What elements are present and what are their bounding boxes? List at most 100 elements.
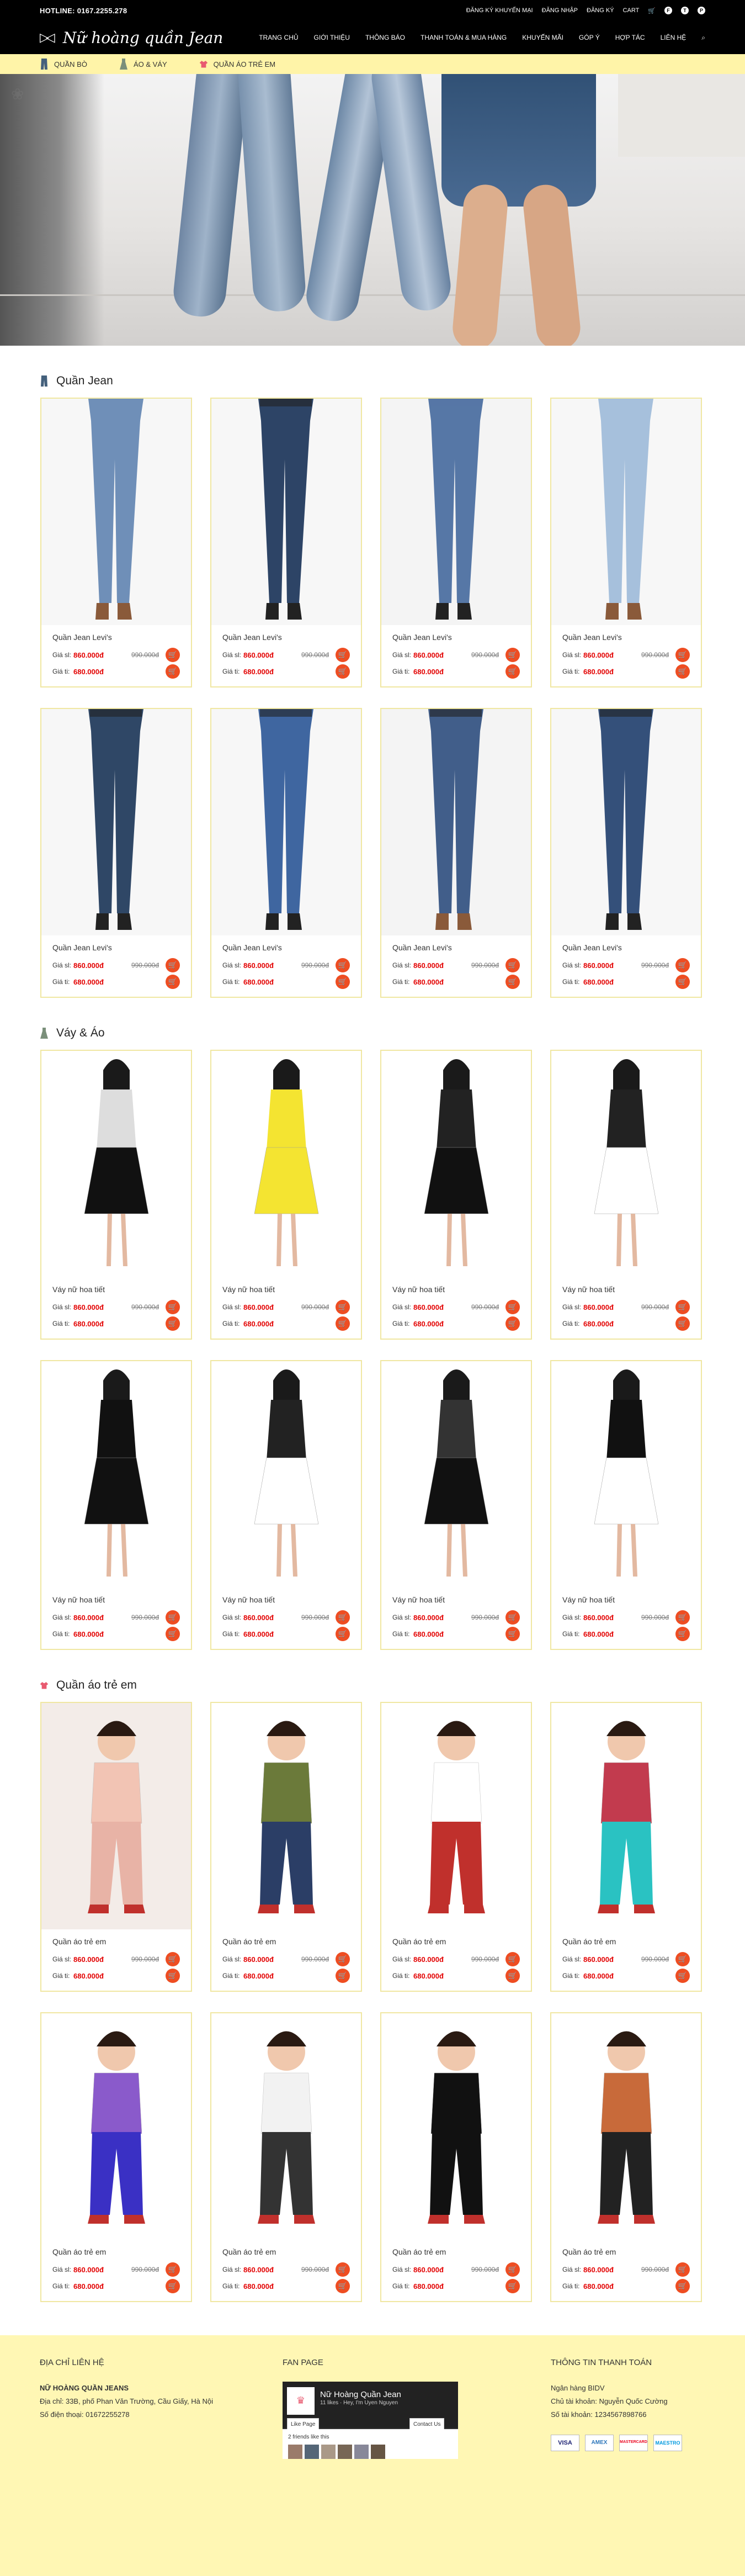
product-image[interactable] bbox=[211, 709, 361, 935]
add-to-cart-icon[interactable]: 🛒 bbox=[675, 1627, 690, 1641]
add-to-cart-icon[interactable]: 🛒 bbox=[336, 1300, 350, 1314]
product-image[interactable] bbox=[41, 1361, 191, 1588]
product-card[interactable]: Váy nữ hoa tiết Giá sl: 860.000đ 990.000đ 🛒 G… bbox=[550, 1050, 702, 1340]
promo-register-link[interactable]: ĐĂNG KÝ KHUYẾN MẠI bbox=[466, 7, 533, 14]
product-image[interactable] bbox=[41, 1703, 191, 1929]
add-to-cart-icon[interactable]: 🛒 bbox=[166, 1300, 180, 1314]
category-kids[interactable]: QUẦN ÁO TRẺ EM bbox=[199, 58, 275, 70]
product-card[interactable]: Quần áo trẻ em Giá sl: 860.000đ 990.000đ 🛒 Gi… bbox=[40, 1702, 192, 1992]
add-to-cart-icon[interactable]: 🛒 bbox=[505, 648, 520, 662]
product-image[interactable] bbox=[381, 1703, 531, 1929]
add-to-cart-icon[interactable]: 🛒 bbox=[505, 1316, 520, 1331]
product-card[interactable]: Quần áo trẻ em Giá sl: 860.000đ 990.000đ 🛒 Gi… bbox=[40, 2012, 192, 2302]
add-to-cart-icon[interactable]: 🛒 bbox=[505, 2279, 520, 2293]
menu-feedback[interactable]: GÓP Ý bbox=[579, 34, 600, 42]
add-to-cart-icon[interactable]: 🛒 bbox=[336, 1627, 350, 1641]
add-to-cart-icon[interactable]: 🛒 bbox=[505, 1610, 520, 1625]
add-to-cart-icon[interactable]: 🛒 bbox=[675, 958, 690, 972]
product-name[interactable]: Quần áo trẻ em bbox=[562, 1937, 690, 1946]
product-card[interactable]: Váy nữ hoa tiết Giá sl: 860.000đ 990.000đ 🛒 G… bbox=[210, 1360, 362, 1650]
add-to-cart-icon[interactable]: 🛒 bbox=[166, 648, 180, 662]
product-card[interactable]: Quần Jean Levi's Giá sl: 860.000đ 990.000đ 🛒… bbox=[550, 708, 702, 998]
register-link[interactable]: ĐĂNG KÝ bbox=[587, 7, 614, 14]
add-to-cart-icon[interactable]: 🛒 bbox=[505, 1952, 520, 1966]
product-name[interactable]: Quần áo trẻ em bbox=[562, 2247, 690, 2256]
product-image[interactable] bbox=[381, 1051, 531, 1277]
product-card[interactable]: Váy nữ hoa tiết Giá sl: 860.000đ 990.000đ 🛒 G… bbox=[210, 1050, 362, 1340]
menu-partner[interactable]: HỢP TÁC bbox=[615, 34, 645, 42]
product-image[interactable] bbox=[41, 2013, 191, 2240]
product-card[interactable]: Váy nữ hoa tiết Giá sl: 860.000đ 990.000đ 🛒 G… bbox=[380, 1050, 532, 1340]
product-name[interactable]: Váy nữ hoa tiết bbox=[222, 1595, 350, 1604]
menu-about[interactable]: GIỚI THIỆU bbox=[314, 34, 350, 42]
add-to-cart-icon[interactable]: 🛒 bbox=[675, 1952, 690, 1966]
menu-payment[interactable]: THANH TOÁN & MUA HÀNG bbox=[421, 34, 507, 42]
add-to-cart-icon[interactable]: 🛒 bbox=[675, 2279, 690, 2293]
product-image[interactable] bbox=[381, 709, 531, 935]
product-card[interactable]: Váy nữ hoa tiết Giá sl: 860.000đ 990.000đ 🛒 G… bbox=[40, 1050, 192, 1340]
product-name[interactable]: Quần Jean Levi's bbox=[222, 943, 350, 952]
product-image[interactable] bbox=[381, 2013, 531, 2240]
product-card[interactable]: Quần Jean Levi's Giá sl: 860.000đ 990.000đ 🛒… bbox=[40, 398, 192, 687]
product-name[interactable]: Quần Jean Levi's bbox=[392, 633, 520, 642]
product-card[interactable]: Quần Jean Levi's Giá sl: 860.000đ 990.000đ 🛒… bbox=[210, 398, 362, 687]
add-to-cart-icon[interactable]: 🛒 bbox=[505, 1969, 520, 1983]
search-icon[interactable]: ⌕ bbox=[701, 34, 705, 42]
add-to-cart-icon[interactable]: 🛒 bbox=[505, 2262, 520, 2277]
add-to-cart-icon[interactable]: 🛒 bbox=[166, 975, 180, 989]
product-image[interactable] bbox=[551, 1361, 701, 1588]
pinterest-icon[interactable]: p bbox=[698, 7, 705, 14]
product-image[interactable] bbox=[551, 2013, 701, 2240]
product-card[interactable]: Quần Jean Levi's Giá sl: 860.000đ 990.000đ 🛒… bbox=[210, 708, 362, 998]
product-card[interactable]: Quần áo trẻ em Giá sl: 860.000đ 990.000đ 🛒 Gi… bbox=[380, 1702, 532, 1992]
product-name[interactable]: Quần Jean Levi's bbox=[392, 943, 520, 952]
product-image[interactable] bbox=[381, 399, 531, 625]
product-card[interactable]: Quần áo trẻ em Giá sl: 860.000đ 990.000đ 🛒 Gi… bbox=[550, 2012, 702, 2302]
product-name[interactable]: Quần Jean Levi's bbox=[52, 633, 180, 642]
product-card[interactable]: Quần áo trẻ em Giá sl: 860.000đ 990.000đ 🛒 Gi… bbox=[380, 2012, 532, 2302]
product-card[interactable]: Váy nữ hoa tiết Giá sl: 860.000đ 990.000đ 🛒 G… bbox=[380, 1360, 532, 1650]
add-to-cart-icon[interactable]: 🛒 bbox=[166, 1610, 180, 1625]
product-name[interactable]: Quần áo trẻ em bbox=[222, 2247, 350, 2256]
add-to-cart-icon[interactable]: 🛒 bbox=[166, 1316, 180, 1331]
product-image[interactable] bbox=[551, 709, 701, 935]
add-to-cart-icon[interactable]: 🛒 bbox=[505, 975, 520, 989]
product-image[interactable] bbox=[211, 1703, 361, 1929]
facebook-widget[interactable]: ♛ Nữ Hoàng Quần Jean 11 likes · Hey, I'm… bbox=[283, 2381, 458, 2459]
product-name[interactable]: Quần áo trẻ em bbox=[52, 2247, 180, 2256]
add-to-cart-icon[interactable]: 🛒 bbox=[505, 1300, 520, 1314]
add-to-cart-icon[interactable]: 🛒 bbox=[166, 2279, 180, 2293]
add-to-cart-icon[interactable]: 🛒 bbox=[336, 2262, 350, 2277]
product-name[interactable]: Quần áo trẻ em bbox=[222, 1937, 350, 1946]
product-image[interactable] bbox=[41, 1051, 191, 1277]
add-to-cart-icon[interactable]: 🛒 bbox=[166, 1627, 180, 1641]
logo[interactable]: ▷◁ Nữ hoàng quần Jean bbox=[40, 29, 223, 47]
product-image[interactable] bbox=[551, 1051, 701, 1277]
add-to-cart-icon[interactable]: 🛒 bbox=[675, 975, 690, 989]
login-link[interactable]: ĐĂNG NHẬP bbox=[542, 7, 578, 14]
cart-link[interactable]: CART bbox=[623, 7, 640, 14]
product-name[interactable]: Quần áo trẻ em bbox=[392, 1937, 520, 1946]
cart-icon[interactable]: 🛒 bbox=[648, 7, 656, 14]
product-name[interactable]: Váy nữ hoa tiết bbox=[562, 1595, 690, 1604]
product-card[interactable]: Quần áo trẻ em Giá sl: 860.000đ 990.000đ 🛒 Gi… bbox=[550, 1702, 702, 1992]
product-card[interactable]: Váy nữ hoa tiết Giá sl: 860.000đ 990.000đ 🛒 G… bbox=[40, 1360, 192, 1650]
add-to-cart-icon[interactable]: 🛒 bbox=[505, 1627, 520, 1641]
add-to-cart-icon[interactable]: 🛒 bbox=[336, 958, 350, 972]
product-image[interactable] bbox=[381, 1361, 531, 1588]
product-image[interactable] bbox=[551, 399, 701, 625]
product-name[interactable]: Quần áo trẻ em bbox=[52, 1937, 180, 1946]
product-image[interactable] bbox=[211, 399, 361, 625]
add-to-cart-icon[interactable]: 🛒 bbox=[675, 2262, 690, 2277]
product-image[interactable] bbox=[41, 709, 191, 935]
product-name[interactable]: Váy nữ hoa tiết bbox=[52, 1285, 180, 1294]
menu-home[interactable]: TRANG CHỦ bbox=[259, 34, 298, 42]
product-card[interactable]: Quần Jean Levi's Giá sl: 860.000đ 990.000đ 🛒… bbox=[380, 398, 532, 687]
add-to-cart-icon[interactable]: 🛒 bbox=[336, 975, 350, 989]
add-to-cart-icon[interactable]: 🛒 bbox=[166, 2262, 180, 2277]
product-card[interactable]: Quần áo trẻ em Giá sl: 860.000đ 990.000đ 🛒 Gi… bbox=[210, 2012, 362, 2302]
product-card[interactable]: Quần Jean Levi's Giá sl: 860.000đ 990.000đ 🛒… bbox=[380, 708, 532, 998]
product-name[interactable]: Quần Jean Levi's bbox=[222, 633, 350, 642]
add-to-cart-icon[interactable]: 🛒 bbox=[675, 1969, 690, 1983]
facebook-icon[interactable]: f bbox=[664, 7, 672, 14]
